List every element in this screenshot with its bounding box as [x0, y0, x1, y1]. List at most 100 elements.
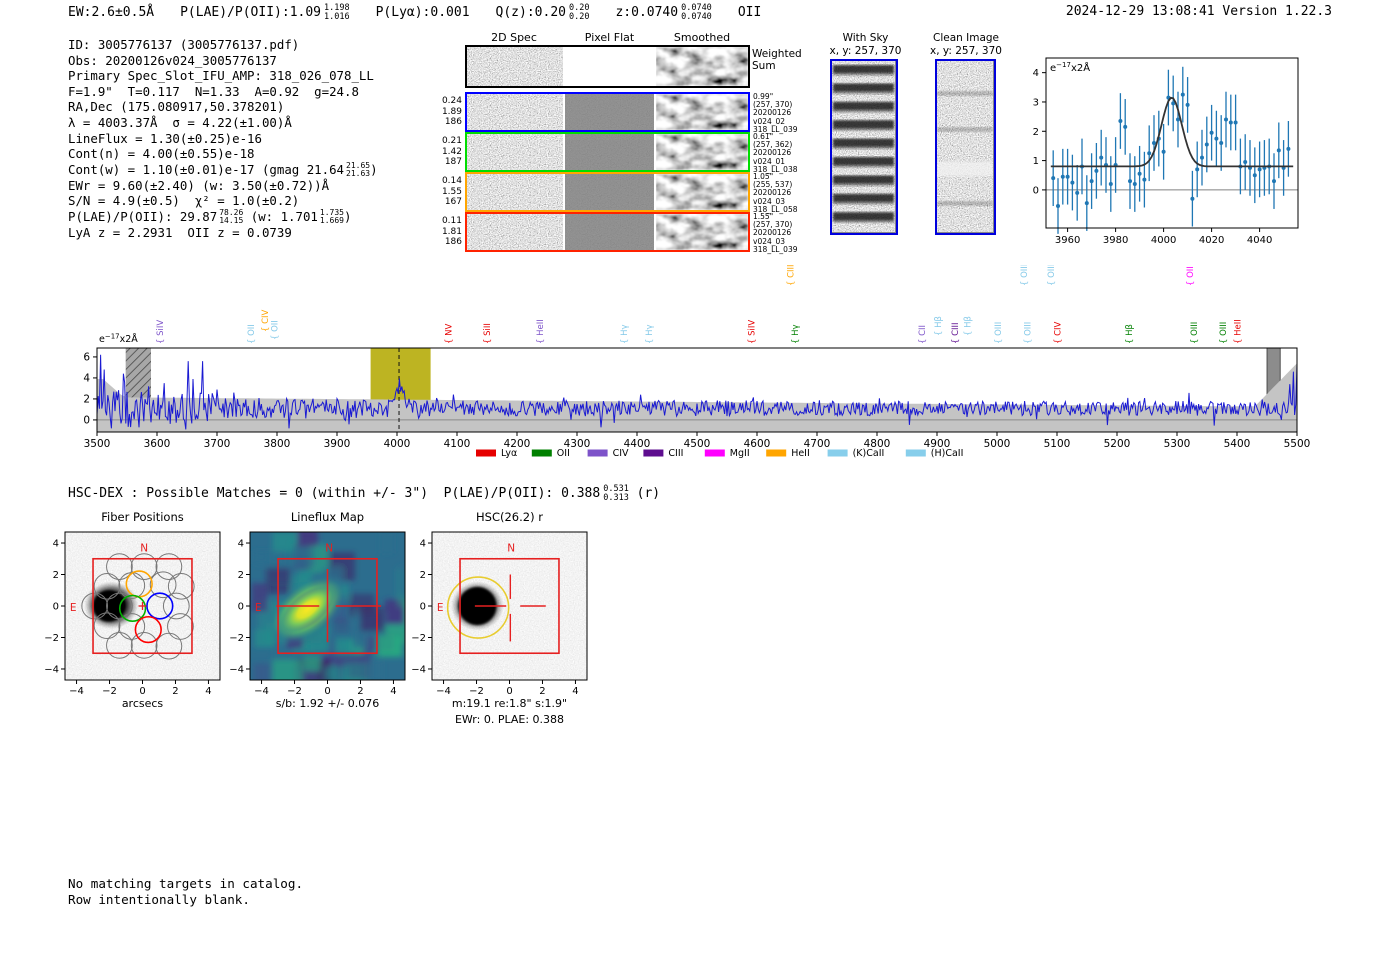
lineflux-map-panel: N E Lineflux Map −4 −2 0 2 4 4 2 0 −2 −4 s/b: 1.92 +/… [229, 510, 406, 710]
segment-image [565, 134, 654, 170]
legend-label-1: OII [557, 448, 570, 459]
fiber-weight-value: 0.24 [441, 96, 462, 106]
data-point [1195, 167, 1200, 172]
metric-value: 2.6±0.5Å [91, 5, 155, 20]
header-metrics: EW: 2.6±0.5Å P(LAE)/P(OII): 1.09 1.198 1.016 P… [68, 4, 761, 21]
data-point [1099, 155, 1104, 160]
panel-title: HSC(26.2) r [476, 510, 543, 524]
legend-label-0: Lyα [501, 448, 517, 459]
panel-xlabel: arcsecs [122, 697, 164, 710]
x-tick-label: 5400 [1224, 438, 1251, 450]
footer-line-1: No matching targets in catalog. [68, 876, 304, 891]
line-label-hγ-11: { Hγ [791, 324, 801, 344]
info-text: P(LAE)/P(OII): 29.87 [68, 209, 218, 225]
clean-image-coords: x, y: 257, 370 [930, 45, 1002, 57]
x-tick-label: 2 [539, 686, 545, 697]
line-label-oiii-18: { OIII [1024, 322, 1034, 344]
segment-image [565, 174, 654, 210]
panel-title: Fiber Positions [101, 510, 184, 524]
x-tick-label: 4 [205, 686, 211, 697]
fiber-2d-row-1 [465, 132, 750, 172]
sub-value: 21.63 [346, 168, 371, 178]
line-label-hβ-15: { Hβ [964, 316, 974, 336]
y-tick-label: 0 [83, 414, 90, 426]
data-point [1094, 168, 1099, 173]
sub-value: 0.313 [603, 492, 629, 503]
panel-xlabel: s/b: 1.92 +/- 0.076 [276, 697, 380, 710]
segment-image [467, 134, 563, 170]
info-line-1: Obs: 20200126v024_3005776137 [68, 53, 378, 69]
sub-value: 1.016 [324, 11, 350, 22]
data-point [1051, 176, 1056, 181]
segment-image [656, 134, 748, 170]
elixer-detection-report: EW: 2.6±0.5Å P(LAE)/P(OII): 1.09 1.198 1.016 P… [0, 0, 1400, 953]
segment-image [565, 47, 654, 86]
fiber-row-left-labels: 0.21 1.42 187 [430, 136, 462, 168]
info-line-6: LineFlux = 1.30(±0.25)e-16 [68, 131, 378, 147]
data-point [1219, 141, 1224, 145]
line-label-civ-20: { CIV [1054, 321, 1064, 344]
compass-north-label: N [325, 543, 333, 555]
data-point [1204, 142, 1209, 147]
with-sky-2d-image [832, 61, 895, 232]
compass-east-label: E [70, 602, 77, 614]
fiber-weight-value: 0.11 [441, 216, 462, 226]
x-tick-label: 4000 [384, 438, 411, 450]
data-point [1286, 146, 1291, 151]
x-tick-label: 5100 [1044, 438, 1071, 450]
segment-image [467, 174, 563, 210]
header-metric-2: P(Lyα): 0.001 [376, 4, 470, 21]
line-label-oiii-17: { OIII [1020, 265, 1030, 286]
legend-swatch-2 [587, 449, 608, 457]
line-label-oiii-23: { OIII [1190, 322, 1200, 344]
weighted-sum-row [465, 45, 750, 88]
x-tick-label: 3700 [204, 438, 231, 450]
metric-range: 0.0740 0.0740 [681, 4, 712, 21]
hsc-dex-summary: HSC-DEX : Possible Matches = 0 (within +… [68, 485, 660, 502]
header-metric-0: EW: 2.6±0.5Å [68, 4, 154, 21]
x-tick-label: −2 [287, 686, 302, 697]
line-label-oiii-19: { OIII [1047, 265, 1057, 286]
line-label-ciii-14: { CIII [951, 322, 961, 344]
metric-label: Q(z): [495, 5, 535, 20]
segment-image [467, 94, 563, 130]
data-point [1233, 120, 1238, 125]
y-tick-label: 4 [1033, 68, 1039, 79]
segment-image [656, 174, 748, 210]
data-point [1060, 174, 1065, 179]
segment-image [467, 47, 563, 86]
data-point [1209, 130, 1214, 135]
noisy-2d-segment [467, 94, 563, 130]
fiber-weight-value: 1.89 [441, 106, 462, 117]
x-tick-label: 3600 [144, 438, 171, 450]
info-text: Cont(n) = 4.00(±0.55)e-18 [68, 146, 255, 162]
data-point [1108, 182, 1113, 187]
with-sky-image [830, 59, 898, 235]
pixel-flat-segment [565, 47, 654, 86]
data-point [1252, 173, 1257, 178]
y-tick-label: −4 [411, 664, 426, 675]
sub-value: 14.15 [219, 215, 244, 225]
full-spectrum-plot: 3500 3600 3700 3800 3900 4000 4100 4200 4300 4400… [83, 265, 1310, 459]
y-tick-label: 2 [238, 570, 244, 581]
fiber-row-right-labels: 1.55" (257, 370) 20200126 v024_03 318_LL_039 [753, 212, 817, 254]
fiber-row-left-labels: 0.14 1.55 167 [430, 176, 462, 208]
y-tick-label: 2 [420, 570, 426, 581]
y-tick-label: −4 [44, 664, 59, 675]
line-label-civ-2: { CIV [261, 309, 271, 332]
line-label-oii-22: { OII [1186, 266, 1196, 286]
with-sky-header: With Sky x, y: 257, 370 [818, 32, 913, 58]
hsc-dex-range: 0.531 0.313 [603, 485, 629, 502]
noise-envelope [97, 363, 1297, 432]
line-label-siiv-0: { SiIV [156, 320, 166, 344]
metric-label: z: [615, 5, 632, 20]
hsc-dex-text: HSC-DEX : Possible Matches = 0 (within +… [68, 486, 601, 501]
compass-east-label: E [437, 602, 444, 614]
fiber-2d-row-2 [465, 172, 750, 212]
info-text: LineFlux = 1.30(±0.25)e-16 [68, 130, 262, 146]
data-point [1075, 190, 1080, 195]
data-point [1190, 196, 1195, 201]
y-tick-label: 3 [1033, 97, 1039, 108]
compass-north-label: N [507, 543, 515, 555]
info-line-11: P(LAE)/P(OII): 29.87 78.26 14.15 (w: 1.701… [68, 208, 378, 225]
